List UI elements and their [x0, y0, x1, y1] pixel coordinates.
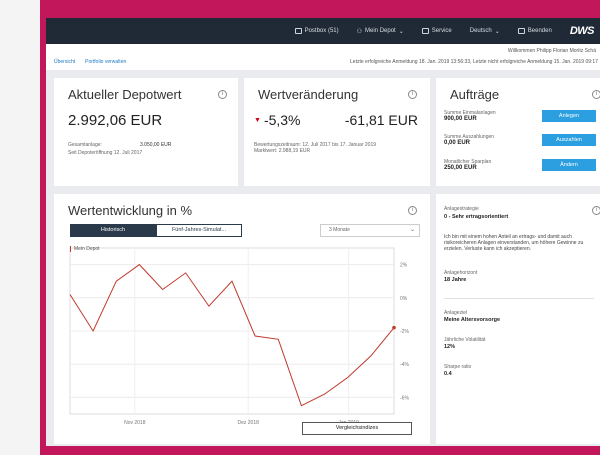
app-window: Postbox (51) ⚇ Mein Depot ⌄ Service Deut… [46, 18, 600, 446]
breadcrumb: Übersicht Portfolio verwalten [54, 59, 126, 65]
info-icon[interactable]: i [592, 206, 600, 215]
depot-opened: Seit Depoteröffnung 12. Juli 2017 [68, 150, 143, 156]
language-select[interactable]: Deutsch ⌄ [470, 28, 500, 35]
depot-menu[interactable]: ⚇ Mein Depot ⌄ [357, 28, 404, 35]
orders-card: Aufträge i Summe Einmalanlagen 900,00 EU… [436, 78, 600, 186]
y-tick-label: 2% [400, 263, 408, 269]
service-link[interactable]: Service [421, 28, 452, 34]
postbox-link[interactable]: Postbox (51) [294, 28, 339, 34]
brand-logo[interactable]: DWS [570, 25, 595, 37]
performance-chart: 2%0%-2%-4%-6% Nov 2018Dez 2018Jan 2019 [69, 247, 409, 426]
goal-label: Anlageziel [444, 310, 468, 316]
change-amount: -61,81 EUR [344, 112, 418, 128]
strategy-card: Anlagestrategie i 0 - Sehr ertragsorient… [436, 194, 600, 444]
left-margin [0, 0, 40, 455]
triangle-down-icon: ▼ [254, 116, 261, 124]
nav-portfolio-link[interactable]: Portfolio verwalten [85, 59, 126, 65]
y-tick-label: -4% [400, 362, 409, 368]
chart-grid [69, 247, 395, 415]
invest-button[interactable]: Anlegen [542, 110, 596, 122]
change-percent: ▼ -5,3% [254, 112, 301, 128]
info-icon[interactable]: i [218, 90, 227, 99]
user-icon: ⚇ [356, 28, 363, 35]
deposits-value: 900,00 EUR [444, 116, 477, 122]
strategy-description: Ich bin mit einem hohen Anteil an ertrag… [444, 234, 584, 252]
depot-value-amount: 2.992,06 EUR [68, 112, 163, 129]
x-tick-label: Nov 2018 [124, 420, 146, 426]
strategy-label: Anlagestrategie [444, 206, 479, 212]
invest-label: Gesamtanlage: [68, 142, 102, 148]
info-icon[interactable]: i [592, 90, 600, 99]
divider [444, 298, 594, 299]
series-line-mein-depot [69, 263, 395, 407]
y-axis: 2% 0% -2% -4% -6% [400, 263, 409, 402]
info-icon[interactable]: i [408, 90, 417, 99]
logout-icon [517, 28, 525, 34]
volatility-value: 12% [444, 344, 456, 350]
sharpe-label: Sharpe ratio [444, 364, 472, 370]
legend-marker [70, 246, 71, 252]
withdraw-button[interactable]: Auszahlen [542, 134, 596, 146]
horizon-label: Anlagehorizont [444, 270, 478, 276]
compare-indices-button[interactable]: Vergleichsindizes [302, 422, 412, 435]
invest-value: 3.050,00 EUR [140, 142, 172, 148]
mail-icon [294, 28, 302, 34]
withdrawals-value: 0,00 EUR [444, 140, 471, 146]
change-savings-button[interactable]: Ändern [542, 159, 596, 171]
series-end-point [392, 325, 396, 330]
value-change-card: Wertveränderung i ▼ -5,3% -61,81 EUR Bew… [244, 78, 430, 186]
logout-button[interactable]: Beenden [517, 28, 552, 34]
chart-legend: Mein Depot [70, 246, 100, 252]
horizon-value: 18 Jahre [444, 277, 467, 283]
chat-icon [421, 28, 429, 34]
y-tick-label: -2% [400, 329, 409, 335]
volatility-label: Jährliche Volatilität [444, 337, 486, 343]
y-tick-label: 0% [400, 296, 408, 302]
strategy-value: 0 - Sehr ertragsorientiert [444, 214, 509, 220]
chevron-down-icon: ⌄ [494, 28, 500, 35]
y-tick-label: -6% [400, 395, 409, 401]
welcome-text: Willkommen Philipp Florian Moritz Schä [507, 48, 596, 54]
sub-header: Willkommen Philipp Florian Moritz Schä Ü… [46, 44, 600, 70]
market-value: Marktwert: 2.988,19 EUR [254, 148, 311, 154]
card-title: Aktueller Depotwert [68, 87, 182, 102]
last-login-text: Letzte erfolgreiche Anmeldung 18. Jan. 2… [350, 59, 598, 65]
card-title: Aufträge [450, 87, 500, 102]
sharpe-value: 0.4 [444, 371, 452, 377]
performance-card: Wertentwicklung in % i Historisch Fünf-J… [54, 194, 430, 444]
nav-overview-link[interactable]: Übersicht [54, 59, 75, 65]
depot-value-card: Aktueller Depotwert i 2.992,06 EUR Gesam… [54, 78, 238, 186]
savings-value: 250,00 EUR [444, 165, 477, 171]
chevron-down-icon: ⌄ [398, 28, 404, 35]
top-navigation: Postbox (51) ⚇ Mein Depot ⌄ Service Deut… [46, 18, 600, 44]
goal-value: Meine Altersvorsorge [444, 317, 501, 323]
x-tick-label: Dez 2018 [237, 420, 259, 426]
card-title: Wertveränderung [258, 87, 359, 102]
